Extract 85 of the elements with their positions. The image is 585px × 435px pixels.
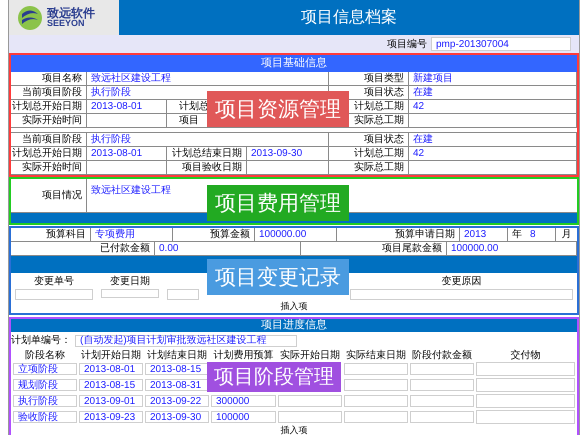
field-label: 计划总开始日期	[12, 146, 82, 161]
field-label: 实际开始时间	[22, 114, 82, 128]
input-field[interactable]	[278, 395, 342, 407]
section-label: 项目资源管理	[207, 91, 349, 127]
logo-latin: SEEYON	[47, 19, 85, 28]
input-field[interactable]	[476, 378, 575, 392]
field-label: 实际总工期	[354, 114, 404, 128]
input-field[interactable]: 2013-08-15	[79, 379, 143, 391]
column-header: 计划结束日期	[147, 348, 207, 362]
field-label: 计划总结束日期	[172, 146, 242, 161]
logo-name: 致远软件	[47, 7, 95, 19]
field-label: 预算申请日期	[395, 228, 455, 242]
input-field[interactable]	[410, 395, 474, 407]
section-label: 项目阶段管理	[207, 362, 341, 392]
input-field[interactable]: 规划阶段	[13, 379, 77, 391]
insert-link[interactable]: 插入项	[280, 424, 308, 435]
input-field[interactable]: 300000	[211, 395, 276, 407]
input-field[interactable]: 2013-08-01	[79, 363, 143, 375]
page-title: 项目信息档案	[301, 7, 397, 28]
field-label: 预算金额	[210, 228, 250, 242]
field-label: 项目	[179, 114, 199, 128]
input-field[interactable]: 2013-09-30	[145, 411, 209, 423]
input-field[interactable]	[15, 289, 93, 300]
input-field[interactable]	[410, 379, 474, 391]
column-header: 阶段付款金额	[412, 348, 472, 362]
input-field[interactable]	[344, 363, 408, 375]
input-field[interactable]: pmp-201307004	[431, 37, 571, 51]
input-field[interactable]: 2013-09-23	[79, 411, 143, 423]
column-header: 实际结束日期	[346, 348, 406, 362]
column-header: 变更日期	[110, 274, 150, 288]
field-label: 已付款金额	[100, 242, 150, 256]
input-field[interactable]: (自动发起)项目计划审批致远社区建设工程	[75, 334, 297, 346]
section-label: 项目变更记录	[207, 259, 349, 295]
field-label: 项目情况	[42, 188, 82, 203]
field-label: 预算科目	[46, 228, 86, 242]
input-field[interactable]: 2013-08-31	[145, 379, 209, 391]
column-header: 实际开始日期	[280, 348, 340, 362]
field-label: 项目类型	[364, 72, 404, 86]
column-header: 交付物	[510, 348, 540, 362]
unit-label: 年	[512, 228, 522, 242]
input-field[interactable]	[350, 289, 573, 300]
input-field[interactable]	[278, 411, 342, 423]
input-field[interactable]: 2013-09-22	[145, 395, 209, 407]
input-field[interactable]	[410, 363, 474, 375]
field-value: 致远社区建设工程	[91, 185, 171, 196]
field-label: 当前项目阶段	[22, 132, 82, 147]
unit-label: 月	[562, 228, 572, 242]
input-field[interactable]	[101, 289, 159, 298]
field-label: 当前项目阶段	[22, 86, 82, 100]
input-field[interactable]	[410, 411, 474, 423]
input-field[interactable]: 2013-09-01	[79, 395, 143, 407]
column-header: 变更原因	[442, 274, 482, 288]
field-label: 计划单编号：	[11, 334, 71, 348]
column-header: 变更单号	[34, 274, 74, 288]
input-field[interactable]	[344, 411, 408, 423]
insert-link[interactable]: 插入项	[280, 300, 308, 314]
field-label: 实际总工期	[354, 160, 404, 175]
swirl-logo-icon	[17, 4, 43, 30]
input-field[interactable]	[476, 394, 575, 408]
input-field[interactable]: 验收阶段	[13, 411, 77, 423]
input-field[interactable]: 100000	[211, 411, 276, 423]
column-header: 阶段名称	[25, 348, 65, 362]
field-label: 项目名称	[42, 72, 82, 86]
field-label: 项目状态	[364, 132, 404, 147]
input-field[interactable]	[476, 410, 575, 424]
input-field[interactable]: 执行阶段	[13, 395, 77, 407]
field-label: 实际开始时间	[22, 160, 82, 175]
field-label: 项目编号	[387, 38, 427, 52]
input-field[interactable]	[344, 379, 408, 391]
section-title-bar: 项目进度信息	[11, 319, 577, 332]
input-field[interactable]	[476, 362, 575, 376]
column-header: 计划开始日期	[81, 348, 141, 362]
input-field[interactable]	[167, 289, 199, 300]
field-label: 项目验收日期	[182, 160, 242, 175]
field-label: 项目尾款金额	[382, 242, 442, 256]
field-label: 计划总工期	[354, 146, 404, 161]
field-label: 项目状态	[364, 86, 404, 100]
field-label: 计划总开始日期	[12, 100, 82, 114]
input-field[interactable]: 2013-08-15	[145, 363, 209, 375]
field-label: 计划总工期	[354, 100, 404, 114]
input-field[interactable]: 立项阶段	[13, 363, 77, 375]
section-label: 项目费用管理	[207, 185, 349, 221]
section-title-bar: 项目基础信息	[11, 55, 577, 72]
input-field[interactable]	[344, 395, 408, 407]
column-header: 计划费用预算	[214, 348, 274, 362]
